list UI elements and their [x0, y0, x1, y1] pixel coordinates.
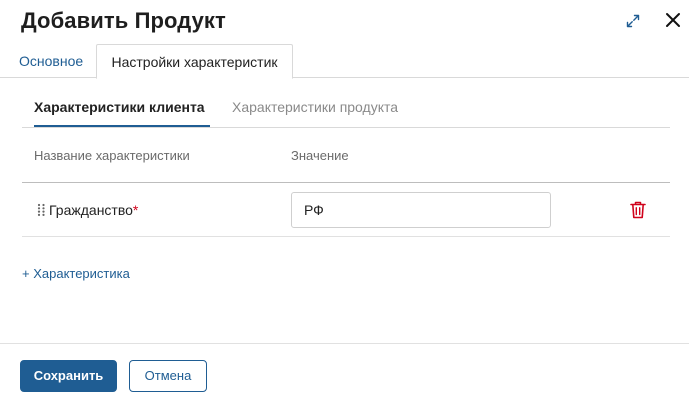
- footer-divider: [0, 343, 689, 344]
- main-tabs: Основное Настройки характеристик: [0, 44, 689, 79]
- characteristics-subtabs: Характеристики клиента Характеристики пр…: [22, 92, 670, 128]
- save-button[interactable]: Сохранить: [20, 360, 117, 392]
- characteristic-name-text: Гражданство: [49, 202, 133, 218]
- add-product-dialog: Добавить Продукт Основное Настройки хара…: [0, 0, 689, 403]
- column-header-name: Название характеристики: [34, 148, 190, 163]
- add-characteristic-link[interactable]: + Характеристика: [22, 266, 130, 282]
- subtab-product-characteristics[interactable]: Характеристики продукта: [232, 92, 398, 128]
- column-header-value: Значение: [291, 148, 349, 163]
- dialog-title: Добавить Продукт: [21, 8, 226, 33]
- expand-icon[interactable]: [624, 12, 642, 30]
- drag-handle-icon[interactable]: [37, 203, 46, 217]
- close-icon[interactable]: [663, 10, 683, 30]
- active-subtab-indicator: [34, 125, 210, 127]
- subtab-client-characteristics[interactable]: Характеристики клиента: [34, 92, 205, 128]
- required-mark: *: [132, 202, 139, 218]
- cancel-button[interactable]: Отмена: [129, 360, 207, 392]
- characteristic-name: Гражданство*: [49, 201, 138, 219]
- table-row: Гражданство*: [22, 183, 670, 237]
- trash-icon[interactable]: [629, 200, 647, 220]
- tab-main[interactable]: Основное: [19, 44, 83, 78]
- tab-characteristics-settings[interactable]: Настройки характеристик: [96, 44, 293, 79]
- characteristic-value-input[interactable]: [291, 192, 551, 228]
